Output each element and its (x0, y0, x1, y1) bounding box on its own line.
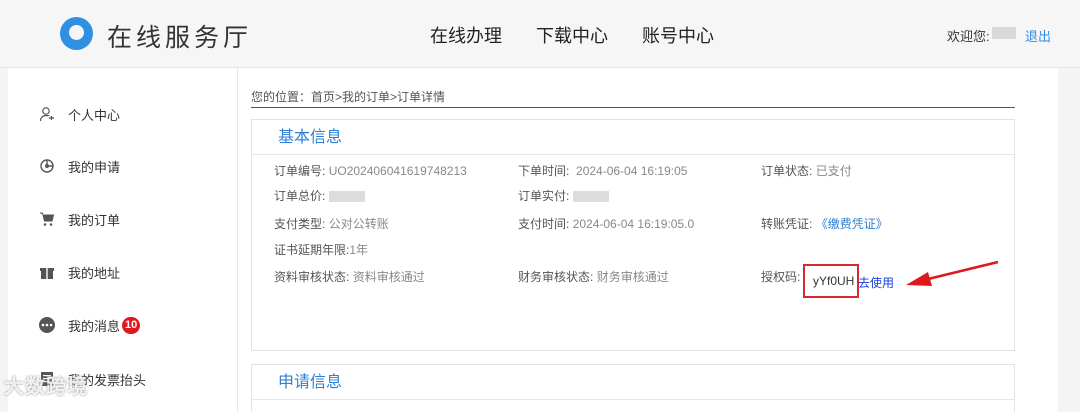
watermark-logo: 大数跨境 (4, 376, 88, 398)
logout-link[interactable]: 退出 (1025, 26, 1051, 45)
sidebar-item-personal-center[interactable]: 个人中心 (38, 103, 120, 125)
order-total-label: 订单总价: (274, 189, 326, 203)
breadcrumb: 您的位置：首页>我的订单>订单详情 (251, 88, 1015, 108)
user-center-icon (38, 105, 56, 123)
nav-online-handling[interactable]: 在线办理 (430, 22, 502, 48)
order-number-field: 订单编号: UO202406041619748213 (274, 162, 467, 179)
auth-code-field: 授权码: (761, 268, 800, 285)
apply-info-panel: 申请信息 (251, 364, 1015, 412)
cart-icon (38, 210, 56, 228)
sidebar-item-label: 我的申请 (68, 159, 121, 175)
voucher-link[interactable]: 《缴费凭证》 (816, 217, 888, 231)
gift-box-icon (38, 263, 56, 281)
pay-time-label: 支付时间: (518, 217, 570, 231)
pay-type-label: 支付类型: (274, 217, 326, 231)
sidebar-item-my-address[interactable]: 我的地址 (38, 261, 120, 283)
sidebar-item-label: 我的订单 (68, 212, 121, 228)
pay-type-field: 支付类型: 公对公转账 (274, 215, 389, 232)
order-paid-mask (572, 191, 609, 203)
cert-years-field: 证书延期年限:1年 (274, 241, 368, 258)
order-paid-field: 订单实付: (518, 187, 609, 204)
pay-time-value: 2024-06-04 16:19:05.0 (572, 217, 695, 231)
order-status-label: 订单状态: (761, 164, 813, 178)
order-number-value: UO202406041619748213 (328, 164, 467, 178)
nav-download-center[interactable]: 下载中心 (536, 22, 608, 48)
logo-icon (60, 17, 93, 50)
order-time-label: 下单时间: (518, 164, 570, 178)
use-auth-code-link[interactable]: 去使用 (858, 274, 894, 291)
order-total-field: 订单总价: (274, 187, 365, 204)
order-time-value: 2024-06-04 16:19:05 (576, 164, 688, 178)
voucher-field: 转账凭证: 《缴费凭证》 (761, 215, 888, 232)
doc-review-field: 资料审核状态: 资料审核通过 (274, 268, 425, 285)
pay-type-value: 公对公转账 (328, 217, 389, 231)
sidebar-item-label: 我的消息 (68, 318, 121, 334)
voucher-label: 转账凭证: (761, 217, 813, 231)
sidebar-item-my-orders[interactable]: 我的订单 (38, 208, 120, 230)
basic-info-panel: 基本信息 订单编号: UO202406041619748213 下单时间: 20… (251, 119, 1015, 351)
nav-account-center[interactable]: 账号中心 (642, 22, 714, 48)
message-icon (38, 316, 56, 334)
order-time-field: 下单时间: 2024-06-04 16:19:05 (518, 162, 687, 179)
site-title: 在线服务厅 (107, 23, 253, 52)
apply-info-title: 申请信息 (252, 365, 1014, 400)
username-mask (992, 27, 1016, 39)
finance-review-value: 财务审核通过 (596, 270, 669, 284)
doc-review-value: 资料审核通过 (352, 270, 425, 284)
welcome-text: 欢迎您: (947, 29, 990, 44)
application-icon (38, 157, 56, 175)
order-paid-label: 订单实付: (518, 189, 570, 203)
order-total-mask (328, 191, 365, 203)
top-header: 在线服务厅 在线办理 下载中心 账号中心 欢迎您: 退出 (0, 0, 1080, 68)
sidebar-item-label: 个人中心 (68, 107, 121, 123)
auth-code-label: 授权码: (761, 270, 801, 284)
cert-years-value: 1年 (349, 243, 369, 257)
sidebar: 个人中心 我的申请 我的订单 我的地址 我的消息 10 我的发票抬头 (8, 68, 238, 412)
pay-time-field: 支付时间: 2024-06-04 16:19:05.0 (518, 215, 694, 232)
finance-review-field: 财务审核状态: 财务审核通过 (518, 268, 669, 285)
red-arrow-icon (906, 260, 999, 286)
basic-info-title: 基本信息 (252, 120, 1014, 155)
sidebar-item-my-applications[interactable]: 我的申请 (38, 155, 120, 177)
order-status-field: 订单状态: 已支付 (761, 162, 852, 179)
sidebar-item-my-messages[interactable]: 我的消息 10 (38, 314, 141, 336)
order-status-value: 已支付 (815, 164, 852, 178)
cert-years-label: 证书延期年限: (274, 243, 350, 257)
auth-code-value: yYf0UH (813, 274, 855, 288)
message-count-badge: 10 (122, 316, 141, 334)
main-content: 个人中心 我的申请 我的订单 我的地址 我的消息 10 我的发票抬头 您的位置：… (8, 68, 1058, 412)
order-number-label: 订单编号: (274, 164, 326, 178)
doc-review-label: 资料审核状态: (274, 270, 350, 284)
sidebar-item-label: 我的地址 (68, 265, 121, 281)
finance-review-label: 财务审核状态: (518, 270, 594, 284)
